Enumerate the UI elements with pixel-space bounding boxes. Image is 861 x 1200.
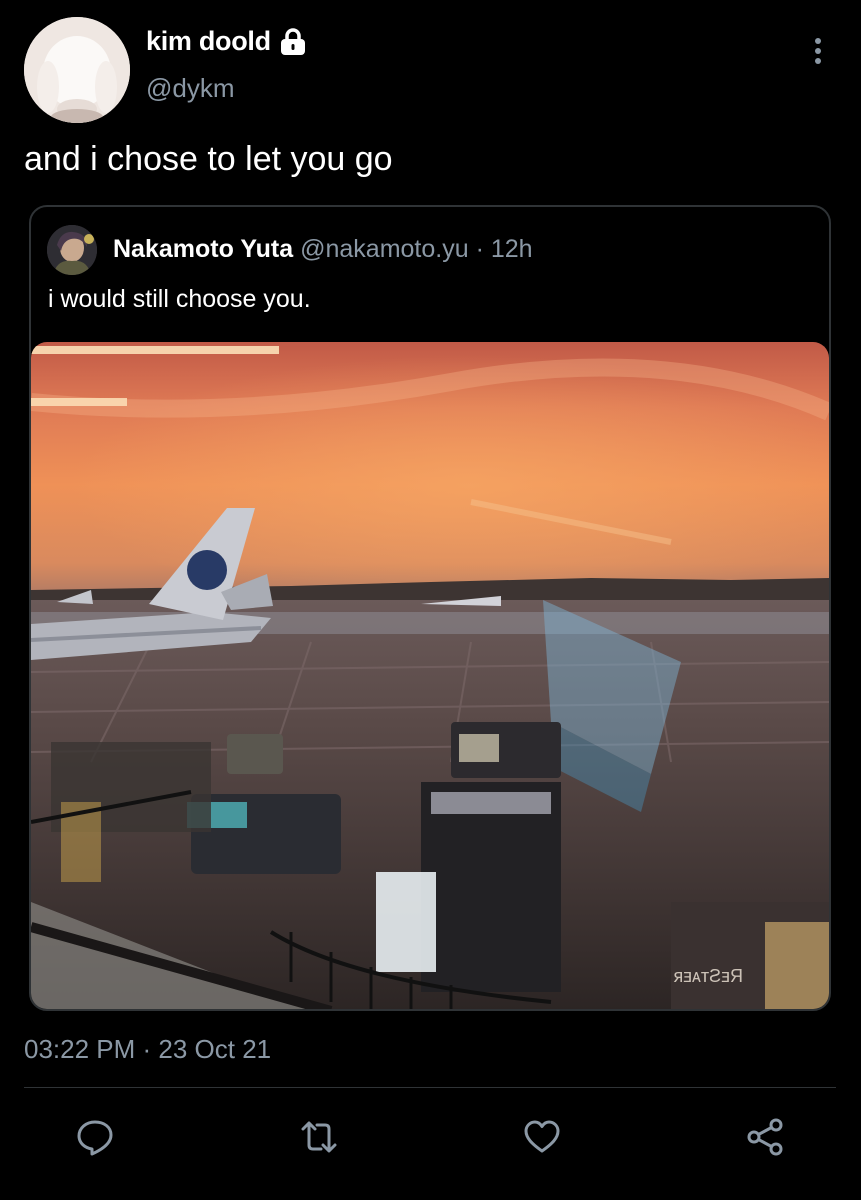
lock-icon (279, 27, 307, 57)
quoted-tweet-text: i would still choose you. (48, 285, 311, 313)
quoted-author-name[interactable]: Nakamoto Yuta (113, 235, 293, 263)
retweet-icon[interactable] (296, 1114, 342, 1160)
quoted-tweet-time[interactable]: 12h (491, 235, 533, 263)
tweet-timestamp[interactable]: 03:22 PM · 23 Oct 21 (24, 1034, 271, 1065)
reply-icon[interactable] (72, 1114, 118, 1160)
more-options-icon[interactable] (806, 34, 830, 68)
share-icon[interactable] (742, 1114, 788, 1160)
quoted-author-avatar[interactable] (47, 225, 97, 275)
divider (24, 1087, 836, 1088)
reflected-sign-text: RᴇSᴛᴀᴇʀ (673, 966, 743, 986)
author-handle[interactable]: @dykm (146, 73, 235, 104)
quoted-tweet-photo[interactable]: RᴇSᴛᴀᴇʀ (31, 342, 829, 1009)
author-avatar[interactable] (24, 17, 130, 123)
like-icon[interactable] (519, 1114, 565, 1160)
author-name-text: kim doold (146, 26, 271, 56)
quoted-author-handle[interactable]: @nakamoto.yu (300, 235, 469, 263)
quoted-tweet-header: Nakamoto Yuta @nakamoto.yu · 12h (113, 235, 533, 264)
quoted-tweet-card[interactable]: Nakamoto Yuta @nakamoto.yu · 12h i would… (29, 205, 831, 1011)
tweet-detail-page: kim doold @dykm and i chose to let you g… (0, 0, 861, 1200)
avatar-rabbit-image (24, 17, 130, 123)
author-name[interactable]: kim doold (146, 26, 307, 57)
tweet-text: and i chose to let you go (24, 140, 393, 178)
header-separator: · (475, 235, 484, 263)
